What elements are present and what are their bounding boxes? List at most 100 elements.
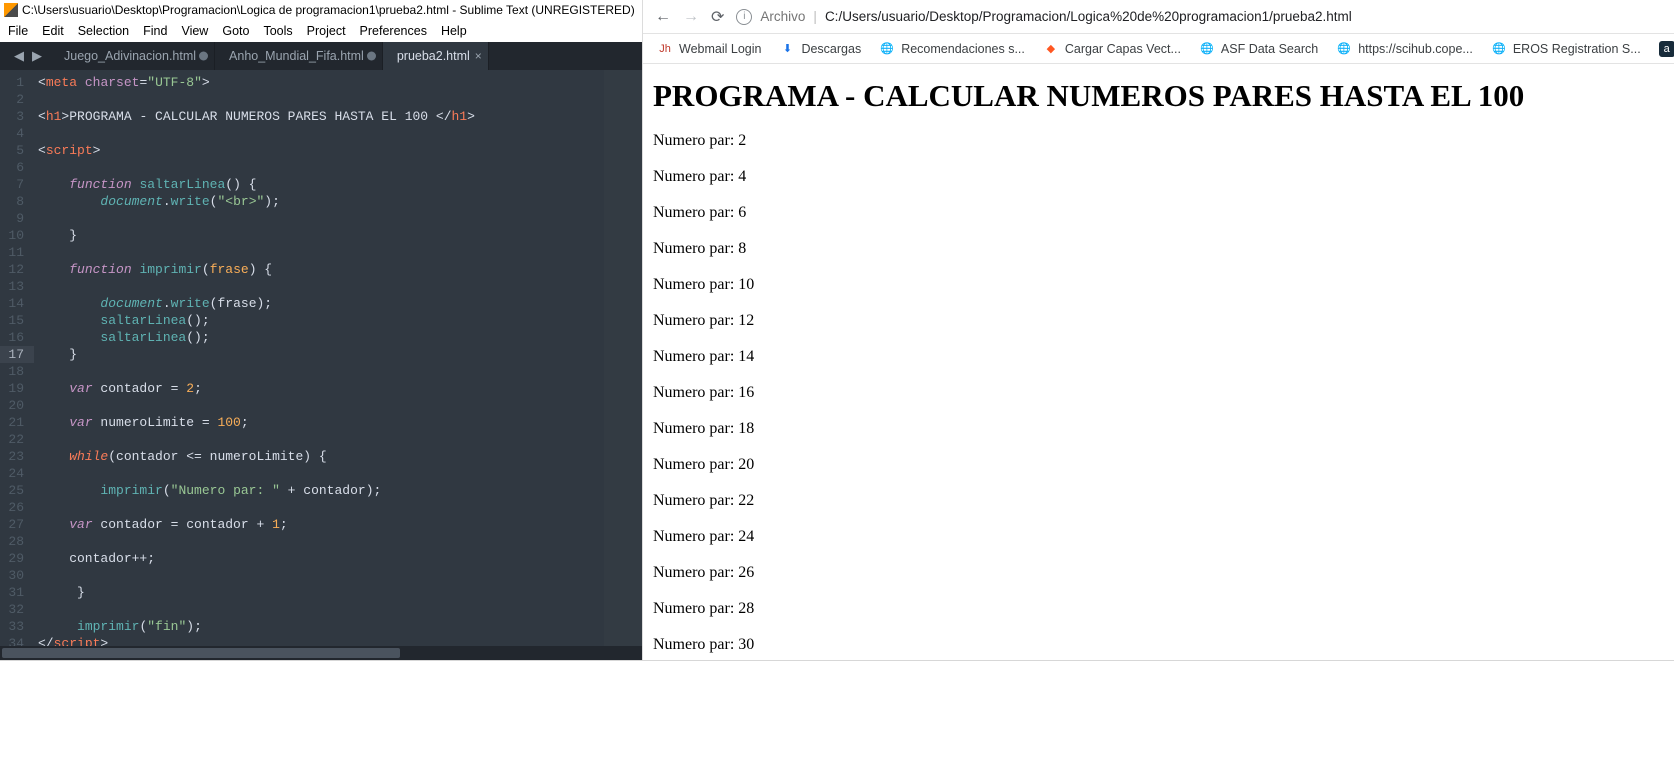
code-line: saltarLinea(); <box>38 312 642 329</box>
bookmark-item[interactable]: a <box>1659 41 1674 57</box>
bookmark-item[interactable]: 🌐EROS Registration S... <box>1491 41 1641 57</box>
bookmark-item[interactable]: ⬇ Descargas <box>779 41 861 57</box>
menu-view[interactable]: View <box>181 24 208 38</box>
code-editor[interactable]: 1234567891011121314151617181920212223242… <box>0 70 642 646</box>
bookmark-icon: ◆ <box>1043 41 1059 57</box>
code-area[interactable]: <meta charset="UTF-8"> <h1>PROGRAMA - CA… <box>34 70 642 646</box>
line-number: 34 <box>6 635 24 646</box>
sublime-tabbar: ◀ ▶ Juego_Adivinacion.html Anho_Mundial_F… <box>0 42 642 70</box>
menu-tools[interactable]: Tools <box>263 24 292 38</box>
line-number: 31 <box>6 584 24 601</box>
menu-help[interactable]: Help <box>441 24 467 38</box>
line-gutter: 1234567891011121314151617181920212223242… <box>0 70 34 646</box>
code-line: } <box>38 227 642 244</box>
menu-file[interactable]: File <box>8 24 28 38</box>
code-line <box>38 159 642 176</box>
output-line: Numero par: 28 <box>653 600 1664 618</box>
tab-label: Anho_Mundial_Fifa.html <box>229 49 364 63</box>
back-button[interactable]: ← <box>655 8 671 26</box>
code-line: var numeroLimite = 100; <box>38 414 642 431</box>
line-number: 32 <box>6 601 24 618</box>
address-bar[interactable]: i Archivo | C:/Users/usuario/Desktop/Pro… <box>736 9 1662 25</box>
editor-hscrollbar[interactable] <box>0 646 642 660</box>
line-number: 20 <box>6 397 24 414</box>
line-number: 25 <box>6 482 24 499</box>
output-line: Numero par: 30 <box>653 636 1664 654</box>
bookmark-item[interactable]: 🌐Recomendaciones s... <box>879 41 1025 57</box>
bookmark-item[interactable]: 🌐 https://scihub.cope... <box>1336 41 1473 57</box>
output-line: Numero par: 4 <box>653 168 1664 186</box>
bookmark-icon: Jh <box>657 41 673 57</box>
bookmark-icon: ⬇ <box>779 41 795 57</box>
line-number: 26 <box>6 499 24 516</box>
code-line: imprimir("fin"); <box>38 618 642 635</box>
line-number: 27 <box>6 516 24 533</box>
page-content: PROGRAMA - CALCULAR NUMEROS PARES HASTA … <box>643 64 1674 660</box>
code-line: saltarLinea(); <box>38 329 642 346</box>
menu-goto[interactable]: Goto <box>222 24 249 38</box>
tab-juego_adivinacion-html[interactable]: Juego_Adivinacion.html <box>50 42 215 70</box>
bookmark-icon: 🌐 <box>1199 41 1215 57</box>
line-number: 14 <box>6 295 24 312</box>
reload-button[interactable]: ⟳ <box>711 7 724 27</box>
code-line: var contador = 2; <box>38 380 642 397</box>
line-number: 24 <box>6 465 24 482</box>
bookmark-icon: 🌐 <box>879 41 895 57</box>
output-line: Numero par: 20 <box>653 456 1664 474</box>
page-title: PROGRAMA - CALCULAR NUMEROS PARES HASTA … <box>653 78 1664 114</box>
code-line: document.write(frase); <box>38 295 642 312</box>
line-number: 3 <box>6 108 24 125</box>
tab-next-icon[interactable]: ▶ <box>32 48 42 64</box>
tab-close-icon[interactable]: × <box>475 49 482 63</box>
line-number: 23 <box>6 448 24 465</box>
browser-toolbar: ← → ⟳ i Archivo | C:/Users/usuario/Deskt… <box>643 0 1674 34</box>
code-line: } <box>38 346 642 363</box>
code-line: function imprimir(frase) { <box>38 261 642 278</box>
output-line: Numero par: 26 <box>653 564 1664 582</box>
scrollbar-thumb[interactable] <box>2 648 400 658</box>
menu-selection[interactable]: Selection <box>78 24 129 38</box>
forward-button[interactable]: → <box>683 8 699 26</box>
code-line: <script> <box>38 142 642 159</box>
tab-prev-icon[interactable]: ◀ <box>14 48 24 64</box>
bookmark-item[interactable]: JhWebmail Login <box>657 41 761 57</box>
line-number: 30 <box>6 567 24 584</box>
sublime-title: C:\Users\usuario\Desktop\Programacion\Lo… <box>22 3 635 17</box>
line-number: 1 <box>6 74 24 91</box>
bookmark-item[interactable]: 🌐ASF Data Search <box>1199 41 1318 57</box>
output-line: Numero par: 14 <box>653 348 1664 366</box>
line-number: 22 <box>6 431 24 448</box>
code-line: imprimir("Numero par: " + contador); <box>38 482 642 499</box>
code-line: <meta charset="UTF-8"> <box>38 74 642 91</box>
bookmark-label: Descargas <box>801 42 861 56</box>
output-line: Numero par: 6 <box>653 204 1664 222</box>
minimap[interactable] <box>604 70 642 646</box>
line-number: 4 <box>6 125 24 142</box>
info-icon[interactable]: i <box>736 9 752 25</box>
bookmark-icon: 🌐 <box>1336 41 1352 57</box>
code-line <box>38 210 642 227</box>
bookmark-label: Cargar Capas Vect... <box>1065 42 1181 56</box>
menu-find[interactable]: Find <box>143 24 167 38</box>
menu-preferences[interactable]: Preferences <box>360 24 427 38</box>
tab-anho_mundial_fifa-html[interactable]: Anho_Mundial_Fifa.html <box>215 42 383 70</box>
menu-edit[interactable]: Edit <box>42 24 64 38</box>
code-line: <h1>PROGRAMA - CALCULAR NUMEROS PARES HA… <box>38 108 642 125</box>
line-number: 7 <box>6 176 24 193</box>
tab-prueba2-html[interactable]: prueba2.html× <box>383 42 489 70</box>
output-line: Numero par: 18 <box>653 420 1664 438</box>
line-number: 11 <box>6 244 24 261</box>
code-line <box>38 244 642 261</box>
sublime-logo-icon <box>4 3 18 17</box>
bookmark-label: EROS Registration S... <box>1513 42 1641 56</box>
line-number: 10 <box>6 227 24 244</box>
browser-window: ← → ⟳ i Archivo | C:/Users/usuario/Deskt… <box>642 0 1674 660</box>
code-line <box>38 567 642 584</box>
menu-project[interactable]: Project <box>307 24 346 38</box>
output-line: Numero par: 8 <box>653 240 1664 258</box>
line-number: 29 <box>6 550 24 567</box>
bookmark-item[interactable]: ◆ Cargar Capas Vect... <box>1043 41 1181 57</box>
bookmark-label: https://scihub.cope... <box>1358 42 1473 56</box>
url-text: C:/Users/usuario/Desktop/Programacion/Lo… <box>825 9 1352 24</box>
output-line: Numero par: 10 <box>653 276 1664 294</box>
